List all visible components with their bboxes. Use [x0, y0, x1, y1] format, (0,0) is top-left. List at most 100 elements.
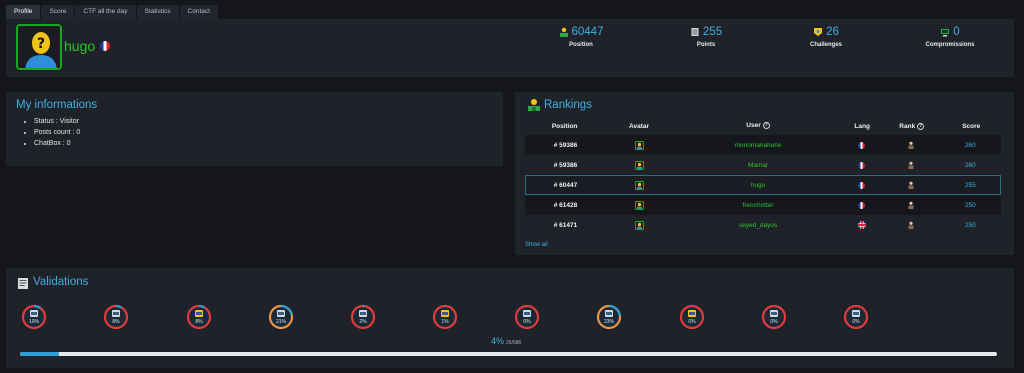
row-score: 250	[964, 221, 976, 229]
category-ring[interactable]: 8%	[103, 304, 129, 330]
rank-icon	[908, 161, 914, 169]
overall-count: 26/586	[506, 340, 522, 346]
web-client-icon	[21, 304, 47, 330]
row-position: # 59386	[553, 161, 578, 169]
row-score: 260	[964, 141, 976, 149]
stat-points-label: Points	[696, 42, 716, 48]
row-user-link[interactable]: seyed_dayos	[674, 222, 842, 229]
flag-fr-icon	[858, 161, 866, 169]
avatar-icon[interactable]	[635, 200, 645, 210]
stat-points-value: 255	[702, 26, 723, 38]
stat-challenges-value: 26	[826, 26, 839, 38]
my-informations-panel: My informations Status : Visitor Posts c…	[6, 92, 503, 166]
row-score: 250	[964, 201, 976, 209]
tab-score[interactable]: Score	[41, 5, 75, 19]
category-ring[interactable]: 2%	[350, 304, 376, 330]
stat-compromissions-value: 0	[953, 26, 960, 38]
header-avatar: Avatar	[629, 122, 650, 130]
rankings-header-row: Position Avatar User? Lang Rank? Score	[525, 121, 1001, 131]
stat-position: 60447 Position	[521, 26, 641, 48]
row-user-link[interactable]: Mamar	[674, 162, 842, 169]
category-ring[interactable]: 1%	[432, 304, 458, 330]
category-percent: 0%	[688, 319, 696, 325]
forensic-icon	[843, 304, 869, 330]
app-system-icon	[761, 304, 787, 330]
realist-icon	[514, 304, 540, 330]
tab-profile[interactable]: Profile	[6, 5, 41, 19]
avatar[interactable]: ?	[16, 24, 62, 70]
tab-statistics[interactable]: Statistics	[136, 5, 179, 19]
overall-progress-fill	[20, 352, 60, 356]
category-ring[interactable]: 21%	[268, 304, 294, 330]
category-ring[interactable]: 10%	[21, 304, 47, 330]
table-row: # 59386 monomanahune 260	[525, 135, 1001, 155]
row-user-link[interactable]: monomanahune	[674, 142, 842, 149]
info-chatbox: ChatBox : 0	[34, 140, 80, 147]
header-lang: Lang	[854, 122, 870, 130]
tab-contact[interactable]: Contact	[179, 5, 218, 19]
overall-progress-bar	[20, 352, 997, 356]
web-server-icon	[350, 304, 376, 330]
category-percent: 0%	[523, 319, 531, 325]
user-avatar-icon: ?	[18, 26, 60, 68]
rank-icon	[908, 221, 914, 229]
category-ring[interactable]: 0%	[514, 304, 540, 330]
category-percent: 2%	[359, 319, 367, 325]
category-percent: 0%	[770, 319, 778, 325]
row-user-link[interactable]: hugo	[674, 182, 842, 189]
challenges-icon	[814, 28, 823, 36]
flag-fr-icon	[858, 181, 866, 189]
avatar-icon[interactable]	[635, 140, 645, 150]
profile-username: hugo	[64, 38, 111, 54]
flag-gb-icon	[857, 221, 866, 229]
cracking-icon	[432, 304, 458, 330]
tab-ctf-all-the-day[interactable]: CTF all the day	[75, 5, 136, 19]
row-score: 260	[964, 161, 976, 169]
category-ring[interactable]: 0%	[761, 304, 787, 330]
validations-panel: Validations 10% 8% 8% 21% 2% 1% 0% 23% 0…	[6, 268, 1014, 368]
header-position: Position	[551, 122, 578, 130]
header-user-label: User	[746, 122, 761, 130]
rank-icon	[908, 201, 914, 209]
stat-compromissions: 0 Compromissions	[890, 26, 1010, 48]
category-percent: 10%	[28, 319, 39, 325]
avatar-icon[interactable]	[635, 220, 645, 230]
category-percent: 8%	[195, 319, 203, 325]
rank-icon	[908, 141, 914, 149]
validations-icon	[18, 278, 28, 289]
help-icon[interactable]: ?	[762, 122, 770, 130]
row-user-link[interactable]: frenchotter	[674, 202, 842, 209]
stat-challenges: 26 Challenges	[766, 26, 886, 48]
stat-position-value: 60447	[571, 26, 604, 38]
rankings-table: Position Avatar User? Lang Rank? Score #…	[525, 121, 1001, 235]
category-ring[interactable]: 0%	[679, 304, 705, 330]
header-score: Score	[962, 122, 981, 130]
category-percent: 8%	[112, 319, 120, 325]
position-icon	[559, 27, 568, 37]
row-position: # 61428	[553, 201, 578, 209]
help-icon[interactable]: ?	[917, 122, 925, 130]
programming-icon	[103, 304, 129, 330]
category-ring[interactable]: 8%	[186, 304, 212, 330]
info-list: Status : Visitor Posts count : 0 ChatBox…	[34, 118, 80, 151]
header-user: User?	[674, 122, 843, 130]
compromissions-icon	[941, 29, 950, 37]
my-informations-title: My informations	[16, 99, 98, 111]
category-percent: 0%	[852, 319, 860, 325]
avatar-icon[interactable]	[635, 160, 645, 170]
show-all-link[interactable]: Show all	[525, 242, 548, 248]
steganography-icon	[268, 304, 294, 330]
avatar-icon[interactable]	[635, 180, 645, 190]
flag-fr-icon	[100, 40, 111, 51]
rankings-title: Rankings	[544, 99, 592, 111]
overall-progress-label: 4% 26/586	[491, 336, 521, 346]
network-icon	[596, 304, 622, 330]
stat-position-label: Position	[569, 42, 593, 48]
stat-challenges-label: Challenges	[809, 42, 842, 48]
flag-fr-icon	[858, 141, 866, 149]
row-position: # 59386	[553, 141, 578, 149]
row-score: 255	[964, 181, 976, 189]
category-ring[interactable]: 23%	[596, 304, 622, 330]
category-ring[interactable]: 0%	[843, 304, 869, 330]
rank-icon	[908, 181, 914, 189]
